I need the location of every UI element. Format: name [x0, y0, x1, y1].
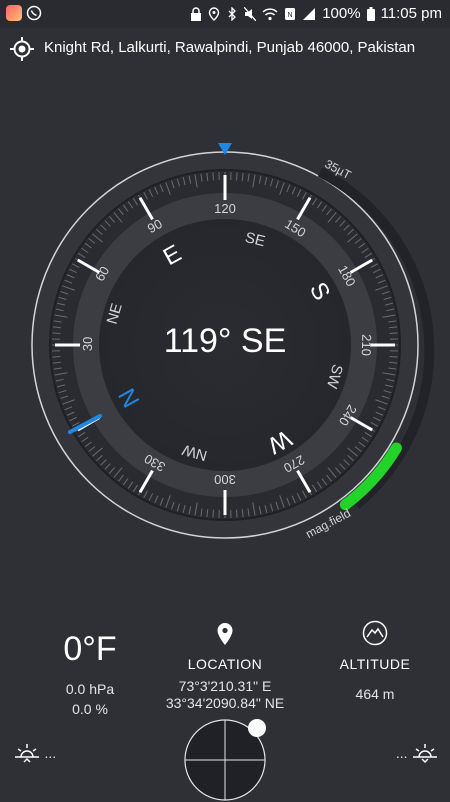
- photo-app-icon: [6, 5, 22, 21]
- pressure-value: 0.0 hPa: [30, 681, 150, 697]
- mountain-icon: [362, 620, 388, 646]
- minor-tick: [213, 172, 214, 180]
- sunrise-item[interactable]: ...: [14, 742, 56, 766]
- degree-label-300: 300: [214, 472, 236, 487]
- clock: 11:05 pm: [381, 5, 442, 22]
- signal-icon: [302, 7, 316, 21]
- altitude-panel: ALTITUDE 464 m: [300, 620, 450, 702]
- latitude-value: 33°34'2090.84" NE: [150, 695, 300, 712]
- bubble-level: [183, 718, 267, 802]
- address-text[interactable]: Knight Rd, Lalkurti, Rawalpindi, Punjab …: [44, 39, 415, 56]
- minor-tick: [237, 172, 238, 180]
- sunrise-value: ...: [44, 745, 56, 761]
- status-bar: N 100% 11:05 pm: [0, 0, 450, 28]
- address-bar: Knight Rd, Lalkurti, Rawalpindi, Punjab …: [0, 28, 450, 68]
- altitude-value: 464 m: [300, 686, 450, 702]
- bluetooth-icon: [226, 7, 238, 21]
- map-pin-icon: [216, 622, 234, 646]
- battery-icon: [367, 7, 375, 21]
- mute-icon: [244, 7, 256, 21]
- battery-percent: 100%: [322, 5, 360, 22]
- longitude-value: 73°3'210.31" E: [150, 678, 300, 695]
- sunrise-icon: [14, 742, 40, 766]
- lock-icon: [190, 7, 202, 21]
- weather-panel: 0°F 0.0 hPa 0.0 %: [30, 620, 150, 717]
- location-title: LOCATION: [150, 656, 300, 672]
- svg-text:N: N: [288, 12, 293, 19]
- whatsapp-icon: [26, 5, 42, 21]
- minor-tick: [237, 510, 238, 518]
- level-bubble: [248, 719, 266, 737]
- sunset-item[interactable]: ...: [396, 742, 438, 766]
- degree-label-120: 120: [214, 201, 236, 216]
- notification-icons: [6, 5, 42, 21]
- minor-tick: [213, 510, 214, 518]
- nfc-icon: N: [284, 7, 296, 21]
- system-status: N 100% 11:05 pm: [190, 5, 442, 22]
- heading-readout: 119° SE: [0, 322, 450, 361]
- wifi-icon: [262, 7, 278, 21]
- temperature-value: 0°F: [30, 630, 150, 669]
- altitude-title: ALTITUDE: [300, 656, 450, 672]
- sunset-value: ...: [396, 745, 408, 761]
- location-pin-icon: [208, 7, 220, 21]
- humidity-value: 0.0 %: [30, 701, 150, 717]
- sunset-icon: [412, 742, 438, 766]
- gps-target-icon[interactable]: [10, 37, 34, 61]
- location-panel[interactable]: LOCATION 73°3'210.31" E 33°34'2090.84" N…: [150, 620, 300, 712]
